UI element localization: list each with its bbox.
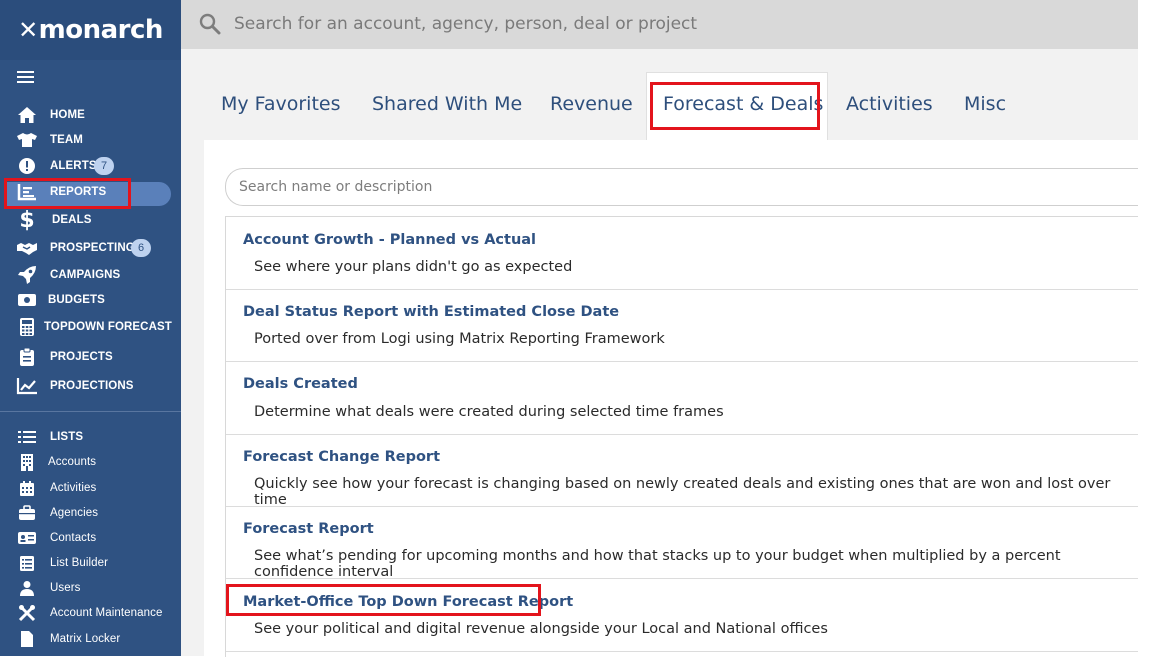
tab-activities[interactable]: Activities [846,93,933,115]
sidebar-item-contacts[interactable]: Contacts [0,526,181,550]
calculator-icon [16,316,38,338]
clipboard-icon [16,346,38,368]
report-title[interactable]: Forecast Report [243,521,374,537]
tab-shared-with-me[interactable]: Shared With Me [372,93,522,115]
shirt-icon [16,129,38,151]
dollar-icon: $ [19,207,35,233]
sidebar-item-agencies[interactable]: Agencies [0,501,181,525]
search-icon [199,13,221,40]
sidebar-item-label: Contacts [50,532,97,544]
sidebar-item-label: PROSPECTING [50,242,135,254]
list-item[interactable]: Deals Created Determine what deals were … [226,361,1139,435]
market-office-report-highlight-box [226,584,541,616]
list-builder-icon [16,552,38,574]
handshake-icon [16,237,38,259]
report-description: See where your plans didn't go as expect… [254,259,573,275]
sidebar-item-label: Account Maintenance [50,607,163,619]
tools-icon [16,602,38,624]
forecast-tab-highlight-box [650,82,820,130]
sidebar-item-label: DEALS [52,214,92,226]
menu-toggle-icon[interactable] [17,71,34,85]
monarch-logo[interactable]: ✕ monarch [0,0,181,60]
briefcase-icon [16,502,38,524]
sidebar-item-label: TEAM [50,134,83,146]
tab-revenue[interactable]: Revenue [550,93,633,115]
report-title[interactable]: Deals Created [243,376,358,392]
sidebar-item-prospecting[interactable]: PROSPECTING 6 [0,236,181,260]
rocket-icon [16,264,38,286]
sidebar: ✕ monarch HOME TEAM ALERTS 7 REPORTS $ DE… [0,0,181,656]
report-search-input[interactable]: Search name or description [225,168,1139,206]
right-edge [1138,0,1151,656]
home-icon [16,104,38,126]
global-search-placeholder[interactable]: Search for an account, agency, person, d… [234,14,697,34]
report-description: See your political and digital revenue a… [254,621,828,637]
sidebar-item-lists[interactable]: LISTS [0,425,181,449]
sidebar-item-home[interactable]: HOME [0,103,181,127]
report-description: Ported over from Logi using Matrix Repor… [254,331,665,347]
sidebar-item-label: HOME [50,109,85,121]
sidebar-divider [0,411,181,412]
sidebar-item-accounts[interactable]: Accounts [0,450,181,474]
sidebar-item-budgets[interactable]: BUDGETS [0,288,181,312]
sidebar-item-label: TOPDOWN FORECAST [44,321,172,333]
building-icon [16,451,38,473]
contact-card-icon [16,527,38,549]
report-title[interactable]: Deal Status Report with Estimated Close … [243,304,619,320]
alerts-count-badge: 7 [94,157,114,175]
report-description: See what’s pending for upcoming months a… [254,548,1061,580]
list-icon [16,426,38,448]
global-search-bar[interactable]: Search for an account, agency, person, d… [181,0,1138,49]
sidebar-item-label: Accounts [48,456,97,468]
sidebar-item-topdown-forecast[interactable]: TOPDOWN FORECAST [0,315,181,339]
sidebar-item-deals[interactable]: $ DEALS [0,207,181,233]
list-item[interactable]: Deal Status Report with Estimated Close … [226,289,1139,362]
monarch-logo-mark-icon: ✕ [18,16,38,44]
sidebar-item-alerts[interactable]: ALERTS 7 [0,154,181,178]
sidebar-item-users[interactable]: Users [0,576,181,600]
sidebar-item-label: CAMPAIGNS [50,269,121,281]
chart-line-icon [16,375,38,397]
list-item[interactable]: Forecast Change Report Quickly see how y… [226,434,1139,508]
sidebar-item-label: BUDGETS [48,294,105,306]
sidebar-item-label: Agencies [50,507,99,519]
sidebar-item-activities[interactable]: Activities [0,476,181,500]
sidebar-item-matrix-locker[interactable]: Matrix Locker [0,627,181,651]
sidebar-item-label: Matrix Locker [50,633,121,645]
sidebar-item-campaigns[interactable]: CAMPAIGNS [0,263,181,287]
sidebar-item-label: Users [50,582,81,594]
prospecting-count-badge: 6 [131,239,151,257]
sidebar-item-team[interactable]: TEAM [0,128,181,152]
sidebar-item-projects[interactable]: PROJECTS [0,345,181,369]
report-description: Quickly see how your forecast is changin… [254,476,1111,508]
tab-my-favorites[interactable]: My Favorites [221,93,341,115]
list-item[interactable]: Account Growth - Planned vs Actual See w… [226,217,1139,290]
reports-highlight-box [4,178,131,209]
sidebar-item-label: List Builder [50,557,109,569]
report-search-placeholder: Search name or description [239,179,433,195]
calendar-icon [16,477,38,499]
money-icon [16,289,38,311]
sidebar-item-label: PROJECTS [50,351,113,363]
alert-icon [16,155,38,177]
sidebar-item-list-builder[interactable]: List Builder [0,551,181,575]
sidebar-item-label: Activities [50,482,97,494]
document-icon [16,628,38,650]
report-title[interactable]: Account Growth - Planned vs Actual [243,232,536,248]
sidebar-item-projections[interactable]: PROJECTIONS [0,374,181,398]
user-icon [16,577,38,599]
sidebar-item-account-maintenance[interactable]: Account Maintenance [0,601,181,625]
sidebar-lists-label: LISTS [50,431,84,443]
report-description: Determine what deals were created during… [254,404,724,420]
list-item[interactable]: Forecast Report See what’s pending for u… [226,506,1139,580]
sidebar-item-label: ALERTS [50,160,97,172]
report-title[interactable]: Forecast Change Report [243,449,440,465]
sidebar-item-label: PROJECTIONS [50,380,134,392]
tab-misc[interactable]: Misc [964,93,1006,115]
